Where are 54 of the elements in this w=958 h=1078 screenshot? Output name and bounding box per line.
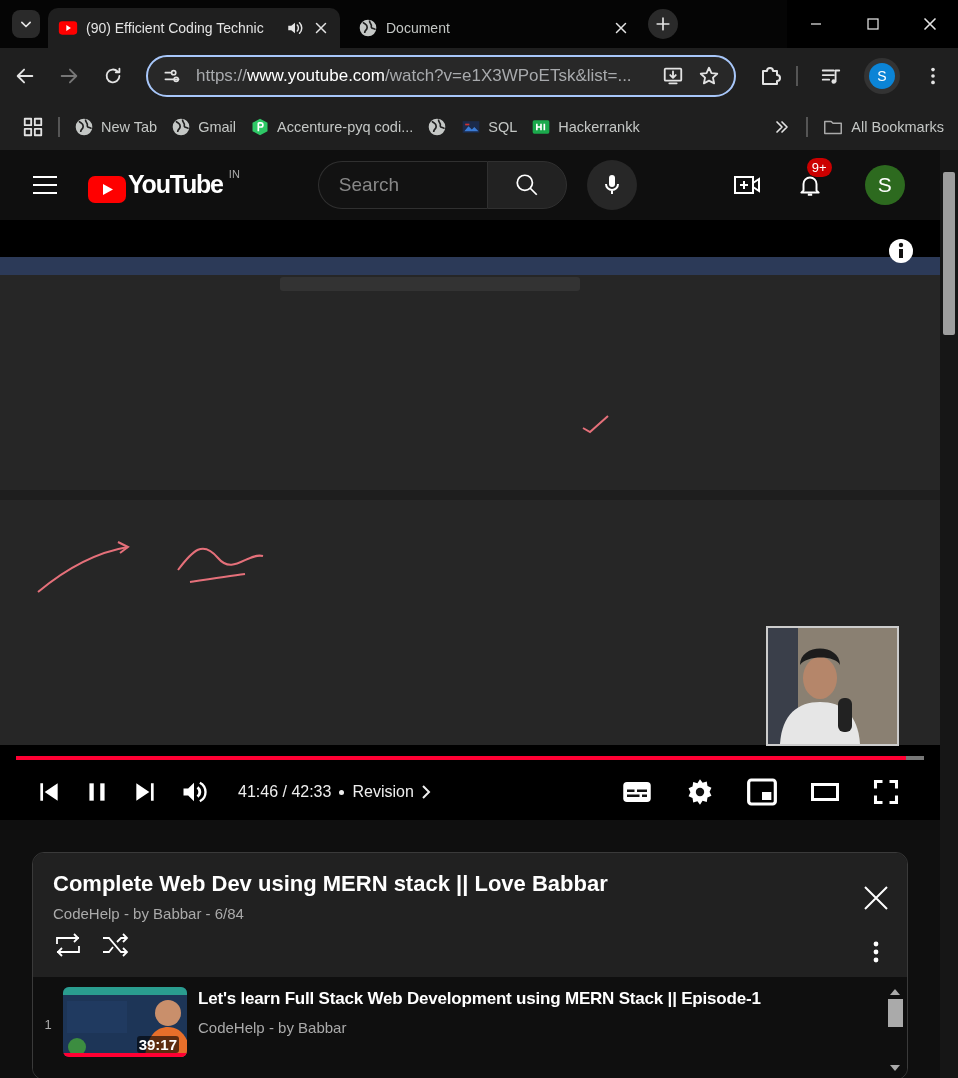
globe-icon[interactable] — [427, 117, 448, 137]
browser-tab[interactable]: Document — [348, 8, 640, 48]
search-field[interactable]: Search — [317, 161, 487, 209]
apps-icon[interactable] — [22, 116, 44, 138]
browser-tab[interactable]: (90) Efficient Coding Technic — [48, 8, 340, 48]
notification-badge: 9+ — [806, 158, 832, 177]
region-label: IN — [228, 167, 240, 180]
bookmark-link[interactable]: New Tab — [101, 119, 158, 135]
install-icon[interactable] — [662, 65, 684, 87]
star-icon[interactable] — [698, 65, 720, 87]
youtube-logo-icon[interactable] — [88, 175, 126, 203]
playlist-info: CodeHelp - by Babbar - 6/84 — [53, 905, 245, 922]
speaker-icon[interactable] — [286, 19, 304, 37]
tab-title: (90) Efficient Coding Technic — [86, 20, 265, 36]
hexagon-icon[interactable] — [250, 117, 271, 137]
chevron-icon — [419, 784, 432, 800]
page-scrollbar[interactable] — [940, 150, 958, 1078]
bookmark-link[interactable]: Hackerrankk — [558, 119, 640, 135]
bookmark-link[interactable]: All Bookmarks — [851, 119, 944, 135]
tab-search-button[interactable] — [12, 10, 40, 38]
more-button[interactable] — [873, 941, 879, 963]
logo-icon[interactable] — [531, 117, 552, 137]
chapter-button[interactable]: Revision — [352, 783, 432, 801]
channel-name: CodeHelp - by Babbar — [198, 1019, 348, 1036]
video-title[interactable]: Let's learn Full Stack Web Development using MERN Stack || Episode-1 — [198, 989, 761, 1009]
search-icon — [513, 172, 540, 198]
item-index: 1 — [43, 1017, 53, 1032]
globe-icon[interactable] — [171, 117, 192, 137]
bookmark-link[interactable]: Gmail — [198, 119, 237, 135]
youtube-icon — [58, 18, 78, 38]
close-button[interactable] — [863, 885, 889, 911]
video-duration: 39:17 — [136, 1036, 179, 1053]
separator-dot-icon — [339, 789, 345, 795]
globe-icon — [358, 18, 378, 38]
fullscreen-button[interactable] — [872, 778, 900, 806]
microphone-button[interactable] — [586, 160, 637, 210]
create-video-icon[interactable] — [732, 173, 761, 197]
playlist-title: Complete Web Dev using MERN stack || Love Babbar — [53, 871, 609, 897]
new-tab-button[interactable] — [648, 9, 678, 39]
address-bar[interactable]: https://www.youtube.com/watch?v=e1X3WPoETsk&list=... — [146, 55, 736, 97]
miniplayer-button[interactable] — [746, 776, 778, 808]
shuffle-icon[interactable] — [101, 932, 131, 958]
menu-icon[interactable] — [32, 175, 58, 195]
bookmark-link[interactable]: Accenture-pyq codi... — [277, 119, 414, 135]
globe-icon[interactable] — [74, 117, 94, 137]
info-icon[interactable] — [888, 238, 914, 264]
youtube-wordmark[interactable]: YouTube — [128, 169, 223, 199]
settings-button[interactable] — [686, 778, 714, 806]
time-display: 41:46 / 42:33 — [238, 783, 332, 801]
repeat-icon[interactable] — [53, 932, 83, 958]
bookmark-link[interactable]: SQL — [488, 119, 518, 135]
profile-avatar[interactable]: S — [869, 63, 895, 89]
account-avatar[interactable]: S — [864, 165, 905, 205]
tab-title: Document — [386, 20, 451, 36]
